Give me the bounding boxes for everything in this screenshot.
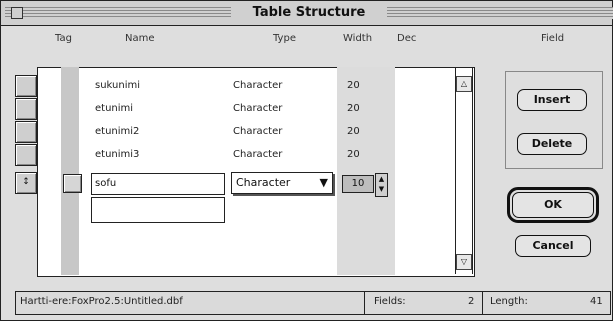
list-item-name[interactable]: etunimi3 [95,149,139,160]
chevron-down-icon: ▼ [319,176,328,189]
field-name-input[interactable]: sofu [91,173,225,195]
field-name-empty-input[interactable] [91,197,225,223]
window-title: Table Structure [233,5,385,21]
cancel-button[interactable]: Cancel [515,235,591,257]
title-bar[interactable]: Table Structure [1,1,613,26]
status-fields-label: Fields: [374,296,406,307]
row-move-handle-icon[interactable]: ↕ [15,172,37,194]
status-divider [364,292,365,314]
title-stripes-right [387,7,613,19]
list-item-width: 20 [347,103,360,114]
status-divider [482,292,483,314]
list-item-type: Character [233,103,283,114]
status-length-value: 41 [590,296,603,307]
row-move-button[interactable] [15,98,37,120]
field-group-label: Field [541,33,565,44]
list-item-name[interactable]: etunimi [95,103,133,114]
insert-button[interactable]: Insert [517,89,587,111]
list-item-name[interactable]: etunimi2 [95,126,139,137]
scroll-up-icon[interactable]: △ [456,76,472,92]
column-header-dec: Dec [397,33,417,44]
status-fields-value: 2 [468,296,475,307]
list-vertical-scrollbar[interactable]: △ ▽ [455,68,473,274]
row-move-button[interactable] [15,121,37,143]
ok-button[interactable]: OK [512,192,594,218]
list-item-type: Character [233,80,283,91]
status-length-label: Length: [490,296,528,307]
list-item-width: 20 [347,80,360,91]
width-stepper-icon[interactable]: ▲ ▼ [375,173,388,197]
row-move-button[interactable] [15,75,37,97]
tag-checkbox[interactable] [63,174,82,193]
row-move-button[interactable] [15,144,37,166]
status-bar: Hartti-ere:FoxPro2.5:Untitled.dbf Fields… [15,291,611,315]
field-width-input[interactable]: 10 [342,175,374,193]
column-header-type: Type [273,33,296,44]
tag-column [61,67,79,275]
delete-button[interactable]: Delete [517,133,587,155]
list-item-type: Character [233,149,283,160]
list-item-name[interactable]: sukunimi [95,80,140,91]
field-type-select[interactable]: Character ▼ [231,172,333,194]
table-structure-window: Table Structure Tag Name Type Width Dec … [0,0,613,321]
column-header-tag: Tag [55,33,72,44]
status-file-path: Hartti-ere:FoxPro2.5:Untitled.dbf [20,296,183,307]
list-item-width: 20 [347,126,360,137]
title-stripes-left [5,7,231,19]
close-box[interactable] [11,7,23,19]
column-header-width: Width [343,33,373,44]
scroll-down-icon[interactable]: ▽ [456,254,472,270]
column-header-name: Name [125,33,155,44]
list-item-width: 20 [347,149,360,160]
width-column [337,67,395,275]
field-type-select-value: Character [236,176,291,189]
list-item-type: Character [233,126,283,137]
